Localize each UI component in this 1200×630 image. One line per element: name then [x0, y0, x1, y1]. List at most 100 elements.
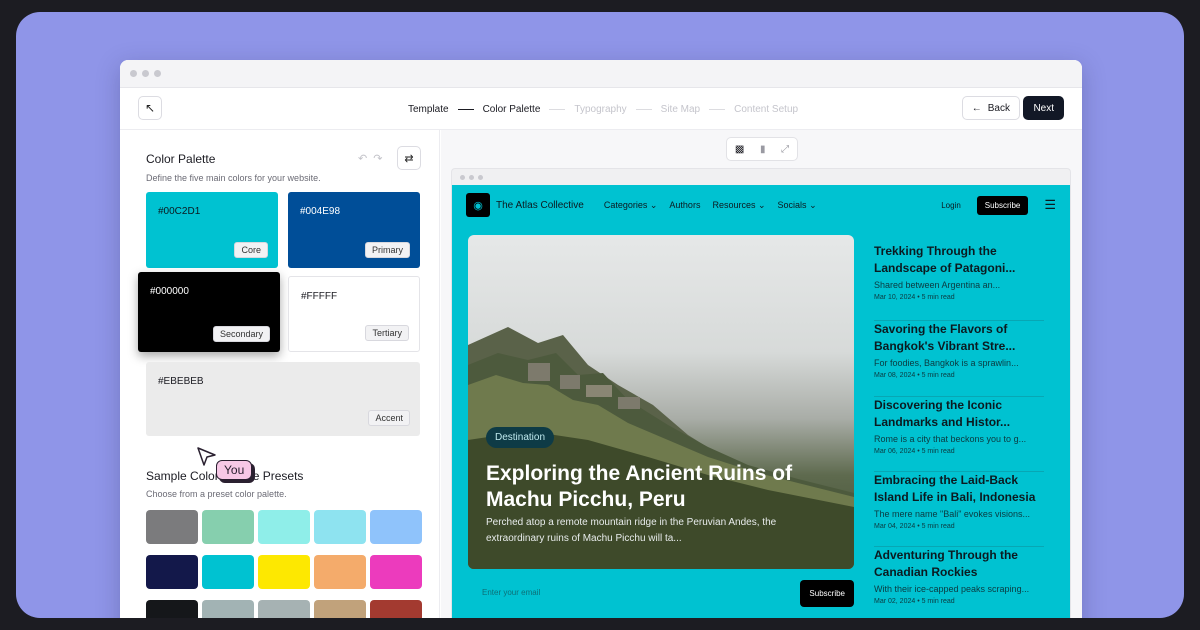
preset-swatch[interactable] — [314, 510, 366, 544]
nav-label: Categories — [603, 199, 648, 210]
swatch-hex[interactable]: #000000 — [150, 286, 189, 297]
history-controls: ↶ ↷ — [358, 152, 382, 165]
article-item[interactable]: Trekking Through the Landscape of Patago… — [874, 243, 1044, 301]
window-chrome — [120, 60, 1082, 88]
nav-authors[interactable]: Authors — [669, 200, 700, 211]
swatch-accent[interactable]: #EBEBEB Accent — [146, 362, 420, 436]
step-connector — [709, 108, 726, 110]
preset-swatch[interactable] — [258, 555, 310, 589]
swatch-hex[interactable]: #FFFFF — [301, 291, 337, 302]
step-content-setup[interactable]: Content Setup — [734, 104, 798, 115]
preset-swatch[interactable] — [258, 510, 310, 544]
panel-subtitle: Define the five main colors for your web… — [146, 173, 321, 183]
cursor-arrow-icon — [197, 447, 216, 466]
mobile-icon[interactable]: ▮ — [760, 144, 766, 155]
email-input[interactable]: Enter your email — [482, 588, 540, 597]
site-body: ◉ The Atlas Collective Categories ⌄ Auth… — [452, 185, 1070, 618]
arrow-left-icon: ← — [971, 102, 982, 114]
preview-chrome — [452, 169, 1070, 185]
article-meta: Mar 08, 2024 • 5 min read — [874, 372, 955, 379]
arrow-up-left-icon[interactable]: ↖ — [138, 96, 162, 120]
preset-swatch[interactable] — [202, 600, 254, 618]
newsletter-subscribe-button[interactable]: Subscribe — [800, 580, 854, 607]
subscribe-button[interactable]: Subscribe — [976, 195, 1029, 215]
login-link[interactable]: Login — [941, 201, 961, 210]
panel-title: Color Palette — [146, 152, 216, 166]
chevron-down-icon: ⌄ — [809, 199, 817, 210]
desktop-icon[interactable]: ▩ — [735, 144, 744, 155]
hero-excerpt: Perched atop a remote mountain ridge in … — [486, 517, 777, 544]
step-connector — [635, 108, 652, 110]
step-site-map[interactable]: Site Map — [661, 104, 700, 115]
article-excerpt: Rome is a city that beckons you to g... — [874, 434, 1027, 444]
swatch-primary[interactable]: #004E98 Primary — [288, 192, 420, 268]
article-excerpt: The mere name "Bali" evokes visions... — [874, 509, 1030, 519]
presets-subtitle: Choose from a preset color palette. — [146, 489, 287, 499]
swatch-hex[interactable]: #EBEBEB — [158, 376, 204, 387]
hero-card[interactable]: Destination Exploring the Ancient Ruins … — [468, 235, 854, 569]
step-typography[interactable]: Typography — [574, 104, 626, 115]
article-item[interactable]: Adventuring Through the Canadian Rockies… — [874, 546, 1044, 605]
preview-area: ▩ ▮ ⤢ ◉ The Atlas Collective Categories … — [441, 130, 1082, 618]
preset-swatch[interactable] — [370, 600, 422, 618]
nav-socials[interactable]: Socials ⌄ — [778, 200, 817, 211]
step-template[interactable]: Template — [408, 104, 449, 115]
swatch-role: Core — [234, 242, 268, 258]
site-brand[interactable]: The Atlas Collective — [496, 200, 584, 211]
swatch-hex[interactable]: #00C2D1 — [158, 206, 200, 217]
hamburger-icon[interactable]: ☰ — [1044, 197, 1056, 213]
article-excerpt: For foodies, Bangkok is a sprawlin... — [874, 358, 1019, 368]
preset-swatch[interactable] — [370, 510, 422, 544]
preset-swatch[interactable] — [146, 555, 198, 589]
undo-icon[interactable]: ↶ — [358, 152, 367, 165]
wizard-steps: Template Color Palette Typography Site M… — [408, 88, 798, 130]
step-color-palette[interactable]: Color Palette — [483, 104, 541, 115]
article-title[interactable]: Savoring the Flavors of Bangkok's Vibran… — [874, 321, 1044, 355]
article-title[interactable]: Adventuring Through the Canadian Rockies — [874, 547, 1044, 581]
nav-resources[interactable]: Resources ⌄ — [712, 200, 765, 211]
preset-swatch[interactable] — [370, 555, 422, 589]
backdrop: ↖ Template Color Palette Typography Site… — [16, 12, 1184, 618]
step-connector — [457, 108, 474, 110]
article-title[interactable]: Discovering the Iconic Landmarks and His… — [874, 397, 1044, 431]
article-item[interactable]: Discovering the Iconic Landmarks and His… — [874, 396, 1044, 455]
next-button[interactable]: Next — [1023, 96, 1064, 120]
swatch-hex[interactable]: #004E98 — [300, 206, 340, 217]
collaborator-cursor: You — [196, 446, 253, 480]
article-item[interactable]: Embracing the Laid-Back Island Life in B… — [874, 471, 1044, 530]
article-title[interactable]: Embracing the Laid-Back Island Life in B… — [874, 472, 1044, 506]
preset-swatch[interactable] — [146, 600, 198, 618]
preset-swatch[interactable] — [202, 555, 254, 589]
fullscreen-icon[interactable]: ⤢ — [781, 144, 789, 155]
site-preview: ◉ The Atlas Collective Categories ⌄ Auth… — [451, 168, 1071, 618]
hero-title[interactable]: Exploring the Ancient Ruins of Machu Pic… — [486, 461, 826, 513]
article-meta: Mar 10, 2024 • 5 min read — [874, 294, 955, 301]
article-title[interactable]: Trekking Through the Landscape of Patago… — [874, 243, 1044, 277]
wizard-topbar: ↖ Template Color Palette Typography Site… — [120, 88, 1082, 130]
swatch-secondary[interactable]: #000000 Secondary — [138, 272, 280, 352]
globe-logo-icon[interactable]: ◉ — [466, 193, 490, 217]
preset-swatch[interactable] — [314, 555, 366, 589]
swatch-core[interactable]: #00C2D1 Core — [146, 192, 278, 268]
shuffle-icon[interactable]: ⇄ — [397, 146, 421, 170]
nav-categories[interactable]: Categories ⌄ — [604, 200, 658, 211]
article-item[interactable]: Savoring the Flavors of Bangkok's Vibran… — [874, 320, 1044, 379]
category-tag[interactable]: Destination — [486, 427, 555, 448]
preset-swatch[interactable] — [258, 600, 310, 618]
preset-swatch[interactable] — [146, 510, 198, 544]
site-navbar: ◉ The Atlas Collective Categories ⌄ Auth… — [466, 193, 1056, 217]
settings-panel: Color Palette Define the five main color… — [120, 130, 440, 618]
article-meta: Mar 04, 2024 • 5 min read — [874, 523, 955, 530]
device-toggle: ▩ ▮ ⤢ — [726, 137, 798, 161]
window-dot — [154, 70, 161, 77]
step-connector — [549, 108, 566, 110]
article-meta: Mar 06, 2024 • 5 min read — [874, 448, 955, 455]
chevron-down-icon: ⌄ — [758, 199, 766, 210]
newsletter-form: Enter your email Subscribe — [468, 579, 854, 609]
preset-swatch[interactable] — [314, 600, 366, 618]
back-button[interactable]: ← Back — [961, 96, 1020, 120]
preset-swatch[interactable] — [202, 510, 254, 544]
back-button-label: Back — [987, 102, 1010, 114]
swatch-tertiary[interactable]: #FFFFF Tertiary — [288, 276, 420, 352]
redo-icon[interactable]: ↷ — [373, 152, 382, 165]
